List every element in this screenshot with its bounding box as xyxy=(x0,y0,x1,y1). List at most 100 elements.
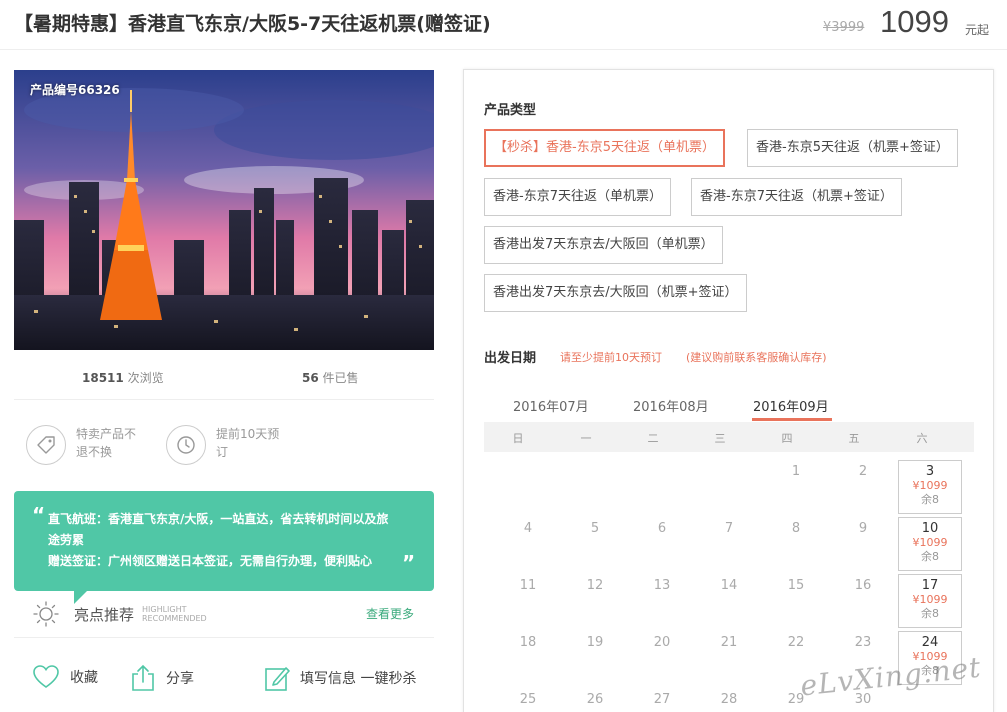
order-label: 填写信息 一键秒杀 xyxy=(300,671,417,687)
day-price: ¥1099 xyxy=(912,479,948,492)
option-tokyo-7d-flight-visa[interactable]: 香港-东京7天往返（机票+签证） xyxy=(691,178,902,216)
sale-price: 1099 xyxy=(880,4,949,39)
option-tokyo-7d-flight[interactable]: 香港-东京7天往返（单机票） xyxy=(484,178,671,216)
day-number: 3 xyxy=(925,464,935,479)
calendar-day: 8 xyxy=(791,521,801,536)
booking-panel: 产品类型 【秒杀】香港-东京5天往返（单机票） 香港-东京5天往返（机票+签证）… xyxy=(463,69,994,712)
calendar-day: 13 xyxy=(653,578,671,593)
calendar-day: 21 xyxy=(720,635,738,650)
calendar-day: 15 xyxy=(787,578,805,593)
highlight-subtitle-line1: HIGHLIGHT xyxy=(142,605,187,614)
calendar-day: 23 xyxy=(854,635,872,650)
product-number: 产品编号66326 xyxy=(30,83,120,97)
month-tab-2016-08[interactable]: 2016年08月 xyxy=(633,396,709,415)
stock-confirm-note: (建议购前联系客服确认库存) xyxy=(686,351,827,364)
calendar-day: 20 xyxy=(653,635,671,650)
product-stats: 18511 次浏览 56 件已售 xyxy=(14,360,434,400)
weekday-tue: 二 xyxy=(647,432,659,445)
calendar-day: 27 xyxy=(653,692,671,707)
product-title: 【暑期特惠】香港直飞东京/大阪5-7天往返机票(赠签证) xyxy=(14,13,491,35)
calendar-day: 22 xyxy=(787,635,805,650)
calendar-day-available[interactable]: 3 ¥1099 余8 xyxy=(898,460,962,514)
view-count-number: 18511 xyxy=(82,371,124,385)
highlight-section: 亮点推荐 HIGHLIGHT RECOMMENDED 查看更多 xyxy=(14,592,434,638)
action-bar: 收藏 分享 填写信息 一键秒杀 xyxy=(14,650,434,710)
highlight-subtitle-line2: RECOMMENDED xyxy=(142,614,207,623)
share-label: 分享 xyxy=(166,671,194,687)
calendar-day: 2 xyxy=(858,464,868,479)
weekday-sun: 日 xyxy=(512,432,524,445)
calendar-day: 19 xyxy=(586,635,604,650)
favorite-label: 收藏 xyxy=(70,670,98,686)
calendar-day: 9 xyxy=(858,521,868,536)
feature-advance-booking-text: 提前10天预订 xyxy=(216,427,280,459)
feature-no-refund: 特卖产品不退不换 xyxy=(26,425,146,465)
product-features: 特卖产品不退不换 提前10天预订 xyxy=(14,415,434,475)
day-stock: 余8 xyxy=(921,607,939,620)
weekday-mon: 一 xyxy=(580,432,592,445)
option-tokyo-5d-flight-flash[interactable]: 【秒杀】香港-东京5天往返（单机票） xyxy=(484,129,725,167)
highlight-bubble: “ 直飞航班：香港直飞东京/大阪，一站直达，省去转机时间以及旅途劳累 赠送签证：… xyxy=(14,491,434,604)
calendar-day: 7 xyxy=(724,521,734,536)
tag-icon xyxy=(26,425,66,465)
calendar-day: 1 xyxy=(791,464,801,479)
share-icon xyxy=(132,664,154,691)
highlight-subtitle: HIGHLIGHT RECOMMENDED xyxy=(142,605,207,623)
option-tokyo-osaka-7d-flight-visa[interactable]: 香港出发7天东京去/大阪回（机票+签证） xyxy=(484,274,747,312)
original-price: ¥3999 xyxy=(823,20,865,35)
calendar-day: 5 xyxy=(590,521,600,536)
calendar-day: 28 xyxy=(720,692,738,707)
highlight-line-flight: 直飞航班：香港直飞东京/大阪，一站直达，省去转机时间以及旅途劳累 xyxy=(48,512,389,547)
day-stock: 余8 xyxy=(921,493,939,506)
sold-count-label: 件已售 xyxy=(322,371,359,385)
calendar-day: 25 xyxy=(519,692,537,707)
heart-icon xyxy=(33,665,59,688)
calendar-day-available[interactable]: 17 ¥1099 余8 xyxy=(898,574,962,628)
day-number: 24 xyxy=(921,635,939,650)
highlight-title: 亮点推荐 xyxy=(74,606,135,624)
month-tab-2016-07[interactable]: 2016年07月 xyxy=(513,396,589,415)
calendar-day: 4 xyxy=(523,521,533,536)
favorite-button[interactable]: 收藏 xyxy=(32,664,98,690)
price-unit: 元起 xyxy=(965,23,990,37)
sold-count-number: 56 xyxy=(302,371,319,385)
advance-booking-note: 请至少提前10天预订 xyxy=(560,351,662,364)
calendar-day: 6 xyxy=(657,521,667,536)
departure-date-title: 出发日期 xyxy=(484,351,537,366)
day-number: 10 xyxy=(921,521,939,536)
calendar-day: 26 xyxy=(586,692,604,707)
clock-icon xyxy=(166,425,206,465)
page: 【暑期特惠】香港直飞东京/大阪5-7天往返机票(赠签证) ¥3999 1099 … xyxy=(0,0,1007,712)
day-stock: 余8 xyxy=(921,550,939,563)
share-button[interactable]: 分享 xyxy=(130,664,194,692)
close-quote-icon: ” xyxy=(402,551,416,575)
calendar-day: 18 xyxy=(519,635,537,650)
weekday-fri: 五 xyxy=(848,432,860,445)
month-tab-2016-09[interactable]: 2016年09月 xyxy=(753,396,829,415)
tokyo-tower-night-image xyxy=(14,70,434,350)
view-count-label: 次浏览 xyxy=(127,371,164,385)
view-count: 18511 次浏览 xyxy=(82,369,164,386)
day-price: ¥1099 xyxy=(912,593,948,606)
edit-icon xyxy=(265,667,290,691)
weekday-thu: 四 xyxy=(781,432,793,445)
feature-advance-booking: 提前10天预订 xyxy=(166,425,286,465)
see-more-link[interactable]: 查看更多 xyxy=(366,605,414,622)
weekday-sat: 六 xyxy=(916,432,928,445)
day-price: ¥1099 xyxy=(912,536,948,549)
weekday-wed: 三 xyxy=(714,432,726,445)
calendar-day-available[interactable]: 10 ¥1099 余8 xyxy=(898,517,962,571)
highlight-line-visa: 赠送签证：广州领区赠送日本签证，无需自行办理，便利贴心 xyxy=(48,554,373,568)
product-photo[interactable]: 产品编号66326 xyxy=(14,70,434,350)
open-quote-icon: “ xyxy=(32,503,46,527)
sold-count: 56 件已售 xyxy=(302,369,359,386)
option-tokyo-5d-flight-visa[interactable]: 香港-东京5天往返（机票+签证） xyxy=(747,129,958,167)
calendar-day: 16 xyxy=(854,578,872,593)
product-type-title: 产品类型 xyxy=(484,103,537,118)
calendar-day: 11 xyxy=(519,578,537,593)
active-month-indicator xyxy=(752,418,832,421)
option-tokyo-osaka-7d-flight[interactable]: 香港出发7天东京去/大阪回（单机票） xyxy=(484,226,723,264)
order-button[interactable]: 填写信息 一键秒杀 xyxy=(264,664,416,692)
day-number: 17 xyxy=(921,578,939,593)
highlight-text: 直飞航班：香港直飞东京/大阪，一站直达，省去转机时间以及旅途劳累 赠送签证：广州… xyxy=(48,509,398,572)
